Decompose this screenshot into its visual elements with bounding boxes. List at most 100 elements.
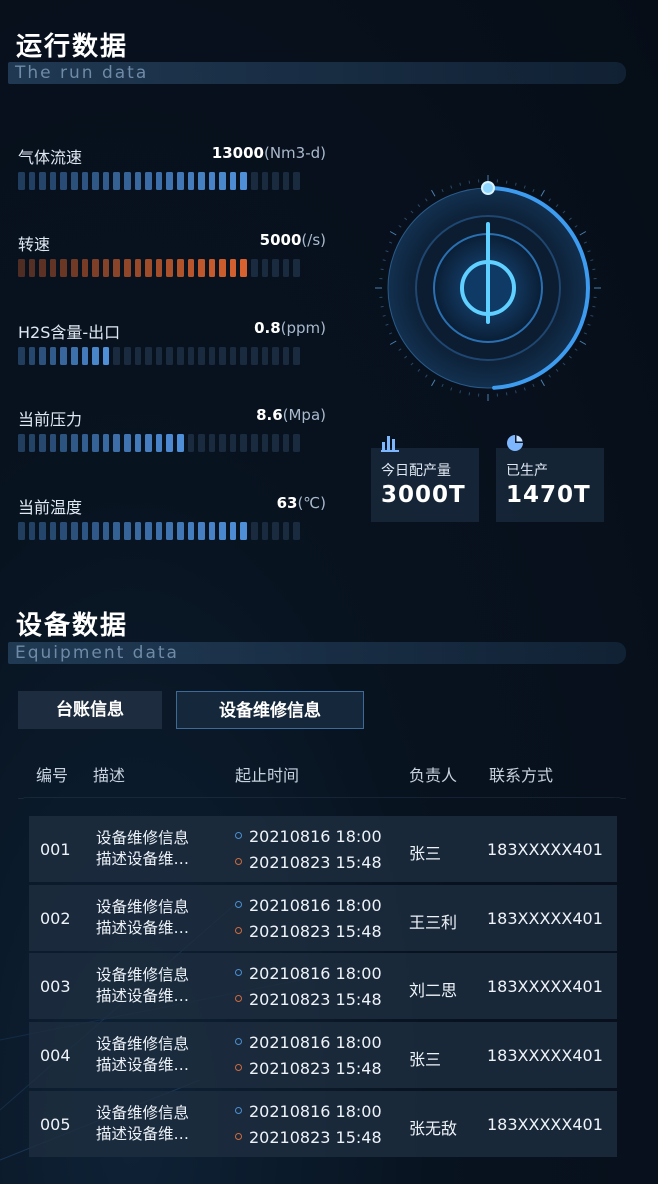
- level-segment: [102, 259, 110, 277]
- table-row[interactable]: 001 设备维修信息 描述设备维… 20210816 18:00 20210823 15…: [29, 816, 617, 882]
- level-segment: [251, 259, 258, 277]
- gauge-tick: [410, 362, 414, 366]
- level-segment: [187, 434, 195, 452]
- level-segment: [92, 347, 99, 365]
- metric-value: 63(℃): [277, 494, 326, 512]
- gauge-tick: [450, 185, 453, 189]
- gauge-tick: [459, 390, 462, 394]
- gauge-tick: [523, 185, 526, 189]
- row-start-text: 20210816 18:00: [249, 827, 382, 846]
- level-segment: [113, 522, 120, 540]
- level-segment: [92, 259, 99, 277]
- level-segment: [272, 347, 279, 365]
- level-segment: [208, 522, 216, 540]
- level-segment: [293, 347, 301, 365]
- row-end-time: 20210823 15:48: [235, 1056, 382, 1082]
- row-period: 20210816 18:00 20210823 15:48: [235, 893, 382, 945]
- row-description-line2: 描述设备维…: [96, 1056, 190, 1074]
- level-segment: [208, 347, 216, 365]
- level-segment: [49, 522, 57, 540]
- table-row[interactable]: 003 设备维修信息 描述设备维… 20210816 18:00 20210823 15…: [29, 953, 617, 1019]
- level-segment: [282, 434, 290, 452]
- row-description-line1: 设备维修信息: [96, 966, 190, 984]
- gauge-tick: [404, 355, 408, 359]
- level-segment: [49, 172, 57, 190]
- row-end-text: 20210823 15:48: [249, 1128, 382, 1147]
- level-segment: [102, 434, 110, 452]
- gauge-tick: [587, 250, 591, 253]
- level-segment: [293, 259, 301, 277]
- level-segment: [60, 434, 67, 452]
- metric-number: 13000: [211, 144, 264, 162]
- level-segment: [134, 434, 142, 452]
- table-row[interactable]: 005 设备维修信息 描述设备维… 20210816 18:00 20210823 15…: [29, 1091, 617, 1157]
- gauge-tick: [568, 355, 572, 359]
- level-segment: [39, 172, 46, 190]
- level-segment: [49, 347, 57, 365]
- table-header-divider: [18, 797, 626, 799]
- column-header-period: 起止时间: [235, 766, 300, 785]
- level-segment: [28, 522, 36, 540]
- start-dot-icon: [235, 1038, 242, 1045]
- level-segment: [187, 522, 195, 540]
- level-segment: [39, 347, 46, 365]
- tab-ledger-info[interactable]: 台账信息: [18, 691, 162, 729]
- metric-level-bar: [18, 172, 326, 190]
- row-start-time: 20210816 18:00: [235, 1099, 382, 1125]
- row-id: 004: [40, 1046, 71, 1065]
- gauge-tick: [389, 231, 397, 236]
- level-segment: [251, 172, 258, 190]
- gauge-tick: [592, 305, 596, 308]
- metric-unit: (Nm3-d): [263, 144, 326, 162]
- row-description-line1: 设备维修信息: [96, 898, 190, 916]
- metric-unit: (Mpa): [282, 406, 326, 424]
- level-segment: [123, 347, 131, 365]
- gauge-tick: [425, 198, 428, 202]
- level-segment: [134, 522, 142, 540]
- level-segment: [219, 347, 226, 365]
- level-segment: [134, 172, 142, 190]
- table-row[interactable]: 004 设备维修信息 描述设备维… 20210816 18:00 20210823 15…: [29, 1022, 617, 1088]
- row-start-time: 20210816 18:00: [235, 824, 382, 850]
- level-segment: [293, 434, 301, 452]
- table-row[interactable]: 002 设备维修信息 描述设备维… 20210816 18:00 20210823 15…: [29, 885, 617, 951]
- level-segment: [60, 259, 67, 277]
- tab-repair-info[interactable]: 设备维修信息: [176, 691, 364, 729]
- level-segment: [18, 434, 25, 452]
- level-segment: [219, 259, 226, 277]
- level-segment: [145, 434, 152, 452]
- level-segment: [18, 259, 25, 277]
- row-start-text: 20210816 18:00: [249, 896, 382, 915]
- equipment-data-subtitle: Equipment data: [8, 642, 626, 664]
- column-header-owner: 负责人: [409, 766, 458, 785]
- gauge-tick: [574, 225, 578, 228]
- row-owner: 刘二思: [409, 981, 458, 1000]
- gauge-tick: [382, 259, 386, 262]
- level-segment: [240, 172, 248, 190]
- gauge-tick: [562, 210, 566, 214]
- level-segment: [123, 434, 131, 452]
- gauge-tick: [431, 379, 436, 387]
- metric-number: 8.6: [256, 406, 283, 424]
- level-segment: [166, 522, 173, 540]
- gauge-tick: [514, 182, 517, 186]
- gauge-tick: [579, 340, 587, 345]
- produced-tile: 已生产 1470T: [496, 435, 604, 522]
- gauge-tick: [425, 374, 428, 378]
- level-segment: [208, 259, 216, 277]
- metric-label: 当前压力: [18, 410, 83, 429]
- column-header-id: 编号: [36, 766, 69, 785]
- metric-label: 气体流速: [18, 148, 83, 167]
- row-end-text: 20210823 15:48: [249, 990, 382, 1009]
- produced-value: 1470T: [506, 482, 591, 508]
- level-segment: [282, 347, 290, 365]
- level-segment: [282, 172, 290, 190]
- metric-label: H2S含量-出口: [18, 323, 121, 342]
- level-segment: [155, 434, 163, 452]
- level-segment: [134, 259, 142, 277]
- level-segment: [49, 259, 57, 277]
- today-quota-label: 今日配产量: [381, 463, 451, 479]
- level-segment: [155, 347, 163, 365]
- level-segment: [166, 347, 173, 365]
- row-start-text: 20210816 18:00: [249, 1102, 382, 1121]
